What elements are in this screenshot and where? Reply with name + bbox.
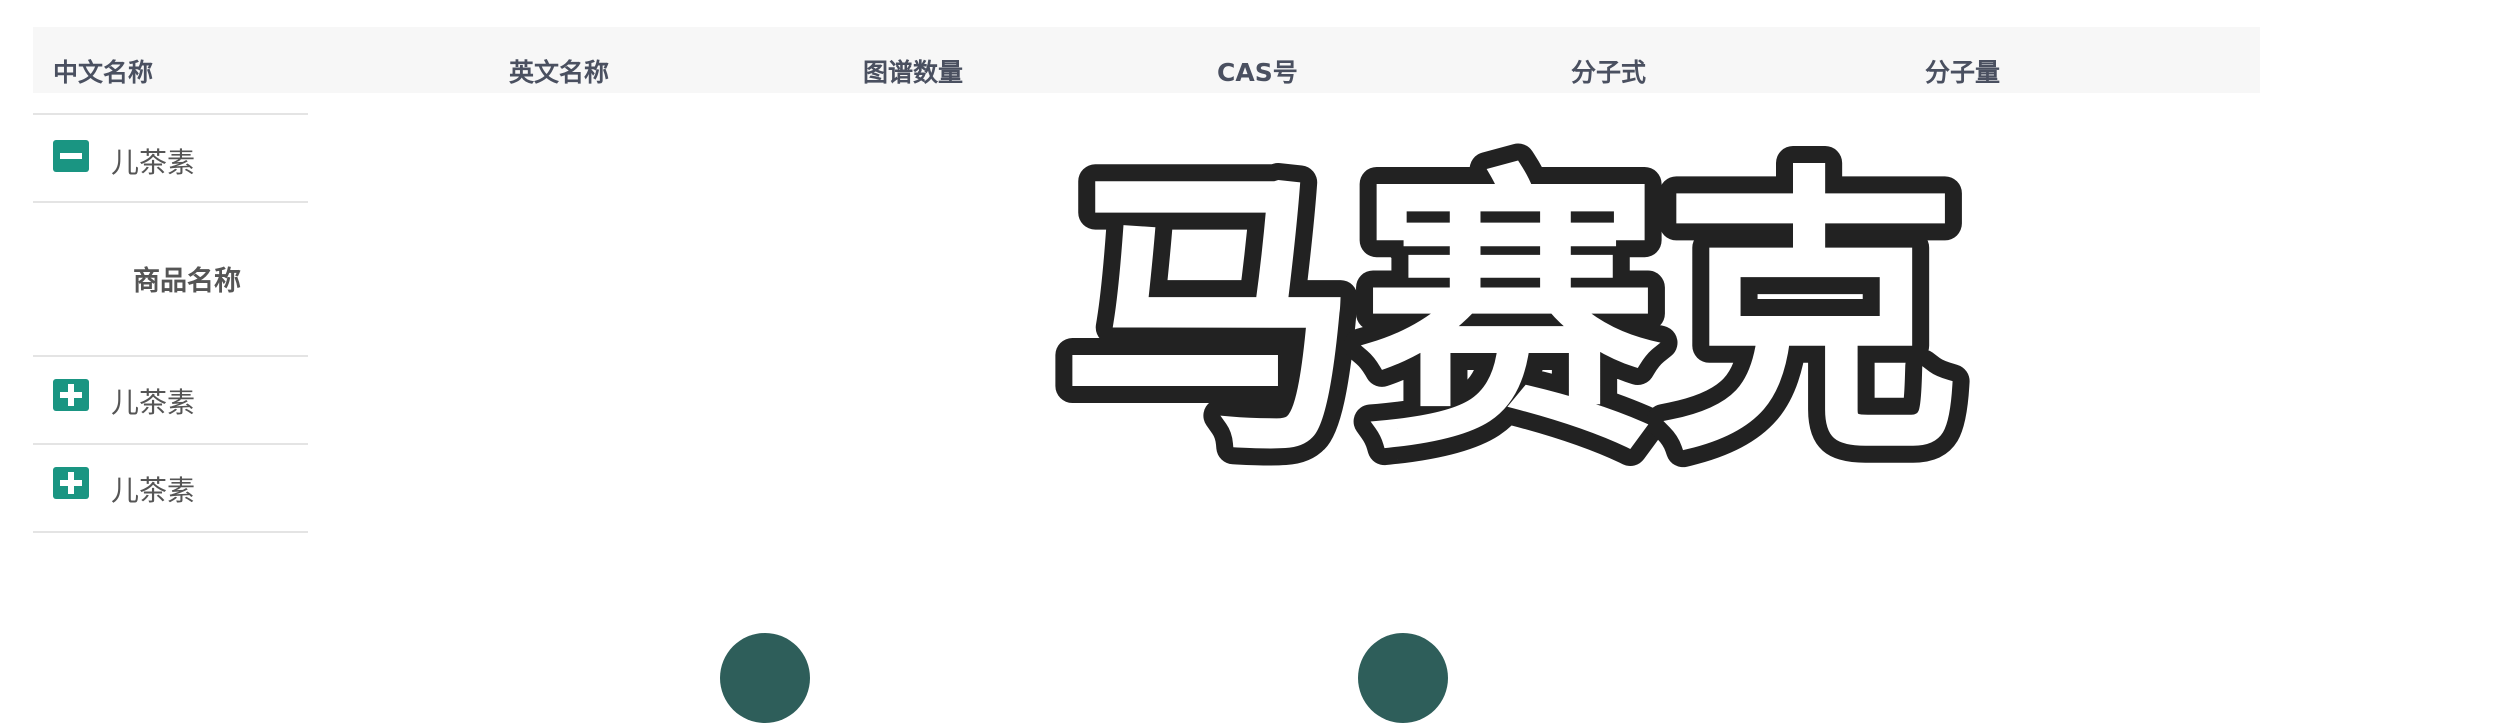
circle-icon[interactable] <box>1358 633 1448 723</box>
header-cas-number: CAS号 <box>1217 58 1298 87</box>
compound-name: 儿茶素 <box>111 474 196 507</box>
circle-icon[interactable] <box>720 633 810 723</box>
compound-name: 儿茶素 <box>111 386 196 419</box>
header-english-name: 英文名称 <box>509 58 610 87</box>
minus-square-icon[interactable] <box>53 140 89 172</box>
product-name-heading: 商品名称 <box>133 266 241 297</box>
header-chinese-name: 中文名称 <box>53 58 154 87</box>
table-row[interactable]: 儿茶素 <box>33 355 308 443</box>
plus-square-icon[interactable] <box>53 467 89 499</box>
mosaic-watermark: 马赛克 <box>1043 125 1977 508</box>
plus-square-icon[interactable] <box>53 379 89 411</box>
header-spectrum-count: 图谱数量 <box>863 58 964 87</box>
table-row[interactable]: 儿茶素 <box>33 443 308 533</box>
header-molecular-weight: 分子量 <box>1925 58 2001 87</box>
watermark-text: 马赛克 <box>1060 142 1960 491</box>
table-row[interactable]: 儿茶素 <box>33 113 308 201</box>
compound-name: 儿茶素 <box>111 146 196 179</box>
header-molecular-formula: 分子式 <box>1571 58 1647 87</box>
subheader-row: 商品名称 <box>33 201 308 355</box>
compound-list: 儿茶素 商品名称 儿茶素 儿茶素 <box>33 113 308 533</box>
